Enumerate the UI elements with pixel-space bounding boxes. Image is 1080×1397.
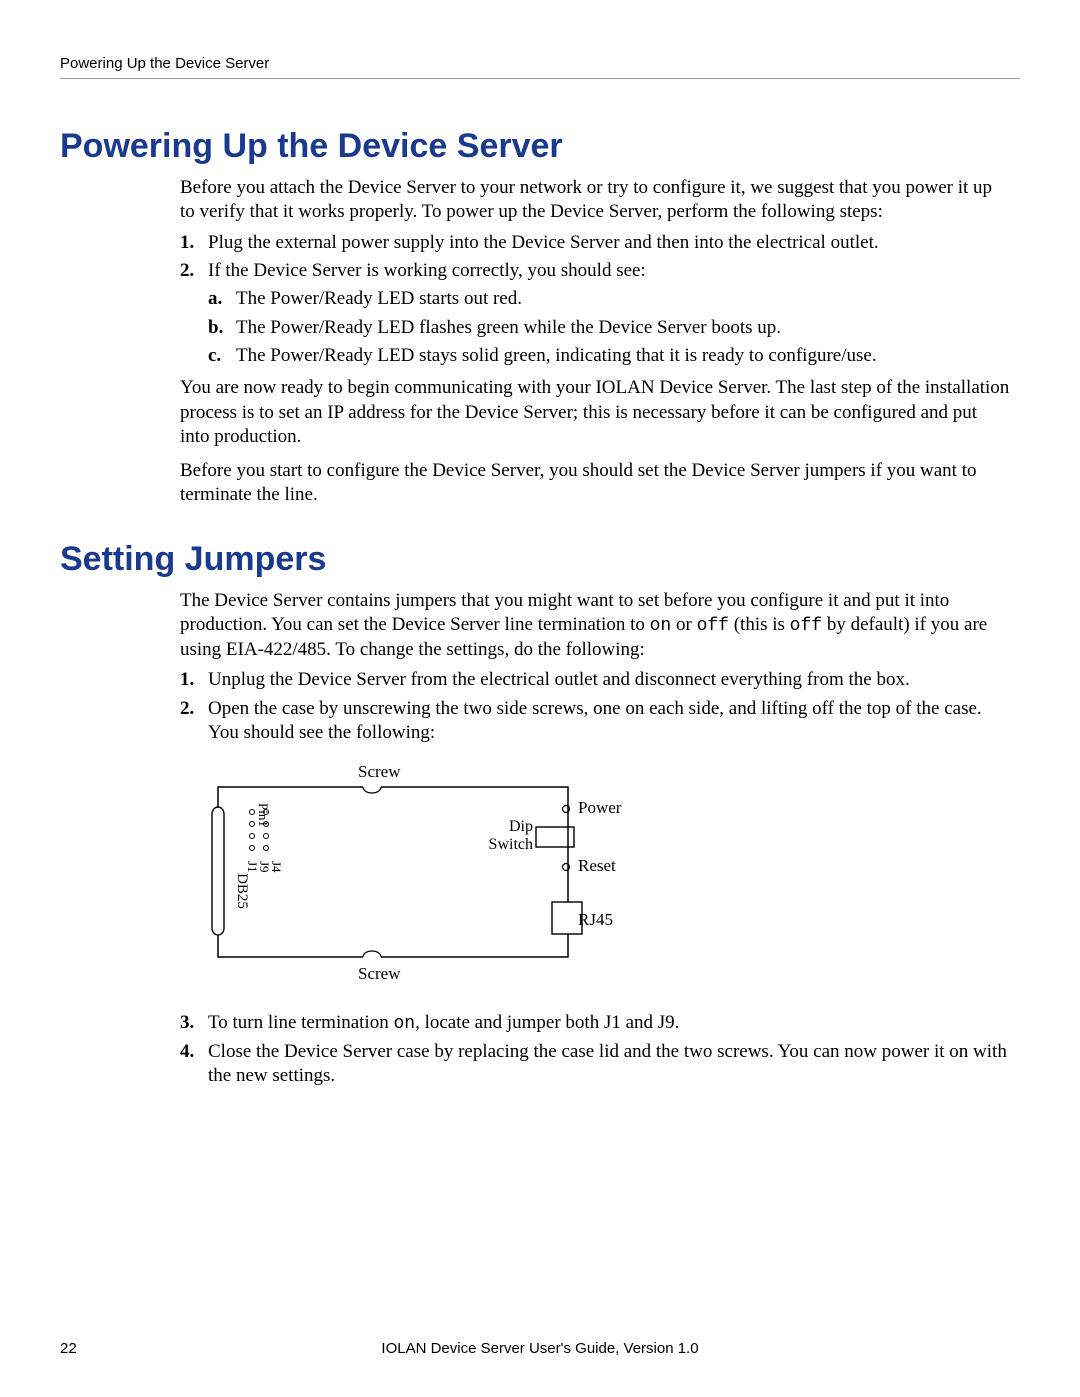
section2-intro: The Device Server contains jumpers that … (180, 589, 1010, 663)
list-text: To turn line termination on, locate and … (208, 1011, 1010, 1036)
label-j4: J4 (269, 861, 284, 873)
section1-step1: 1. Plug the external power supply into t… (180, 231, 1010, 255)
section2-step1: 1. Unplug the Device Server from the ele… (180, 668, 1010, 692)
label-power: Power (578, 798, 622, 817)
section1-outro2: Before you start to configure the Device… (180, 459, 1010, 508)
intro-part: (this is (729, 614, 790, 635)
list-text: Close the Device Server case by replacin… (208, 1040, 1010, 1089)
list-text: Open the case by unscrewing the two side… (208, 697, 1010, 746)
step2-lead: If the Device Server is working correctl… (208, 260, 646, 281)
section1-substeps: a. The Power/Ready LED starts out red. b… (208, 287, 1010, 368)
section2-step2: 2. Open the case by unscrewing the two s… (180, 697, 1010, 746)
footer-text: IOLAN Device Server User's Guide, Versio… (180, 1340, 1020, 1357)
list-text: The Power/Ready LED stays solid green, i… (236, 344, 1010, 368)
section1-outro1: You are now ready to begin communicating… (180, 376, 1010, 449)
list-text: The Power/Ready LED flashes green while … (236, 316, 1010, 340)
list-marker: 1. (180, 668, 208, 692)
list-marker: 1. (180, 231, 208, 255)
section1-step2c: c. The Power/Ready LED stays solid green… (208, 344, 1010, 368)
label-dip: Dip (509, 818, 533, 835)
step3-part: , locate and jumper both J1 and J9. (415, 1012, 679, 1033)
page-footer: 22 IOLAN Device Server User's Guide, Ver… (60, 1340, 1020, 1357)
code-on: on (650, 616, 672, 636)
intro-part: or (671, 614, 696, 635)
code-off: off (790, 616, 822, 636)
list-marker: 3. (180, 1011, 208, 1036)
section2-steps: 1. Unplug the Device Server from the ele… (180, 668, 1010, 745)
board-diagram: Screw Screw DB25 (208, 757, 1010, 994)
section1-intro: Before you attach the Device Server to y… (180, 176, 1010, 225)
section1-step2a: a. The Power/Ready LED starts out red. (208, 287, 1010, 311)
section2-steps-continued: 3. To turn line termination on, locate a… (180, 1011, 1010, 1089)
code-on: on (393, 1014, 415, 1034)
code-off: off (697, 616, 729, 636)
list-text: Unplug the Device Server from the electr… (208, 668, 1010, 692)
section1-step2: 2. If the Device Server is working corre… (180, 259, 1010, 372)
section2-step4: 4. Close the Device Server case by repla… (180, 1040, 1010, 1089)
board-diagram-svg: Screw Screw DB25 (208, 757, 628, 987)
heading-setting-jumpers: Setting Jumpers (60, 540, 1020, 579)
list-marker: c. (208, 344, 236, 368)
section1-step2b: b. The Power/Ready LED flashes green whi… (208, 316, 1010, 340)
list-text: Plug the external power supply into the … (208, 231, 1010, 255)
label-switch: Switch (489, 836, 533, 853)
section2-step3: 3. To turn line termination on, locate a… (180, 1011, 1010, 1036)
label-rj45: RJ45 (578, 910, 613, 929)
section1-body: Before you attach the Device Server to y… (180, 176, 1010, 508)
step3-part: To turn line termination (208, 1012, 393, 1033)
list-text: If the Device Server is working correctl… (208, 259, 1010, 372)
label-reset: Reset (578, 856, 616, 875)
running-head: Powering Up the Device Server (60, 55, 1020, 79)
page-number: 22 (60, 1340, 180, 1357)
label-screw-bottom: Screw (358, 964, 401, 983)
list-marker: 2. (180, 259, 208, 372)
label-pin1: Pin1 (256, 803, 271, 827)
section2-body: The Device Server contains jumpers that … (180, 589, 1010, 1089)
list-marker: 2. (180, 697, 208, 746)
section1-steps: 1. Plug the external power supply into t… (180, 231, 1010, 373)
label-db25: DB25 (234, 873, 250, 909)
list-marker: a. (208, 287, 236, 311)
heading-powering-up: Powering Up the Device Server (60, 127, 1020, 166)
list-marker: b. (208, 316, 236, 340)
list-marker: 4. (180, 1040, 208, 1089)
label-screw-top: Screw (358, 762, 401, 781)
list-text: The Power/Ready LED starts out red. (236, 287, 1010, 311)
document-page: Powering Up the Device Server Powering U… (0, 0, 1080, 1397)
